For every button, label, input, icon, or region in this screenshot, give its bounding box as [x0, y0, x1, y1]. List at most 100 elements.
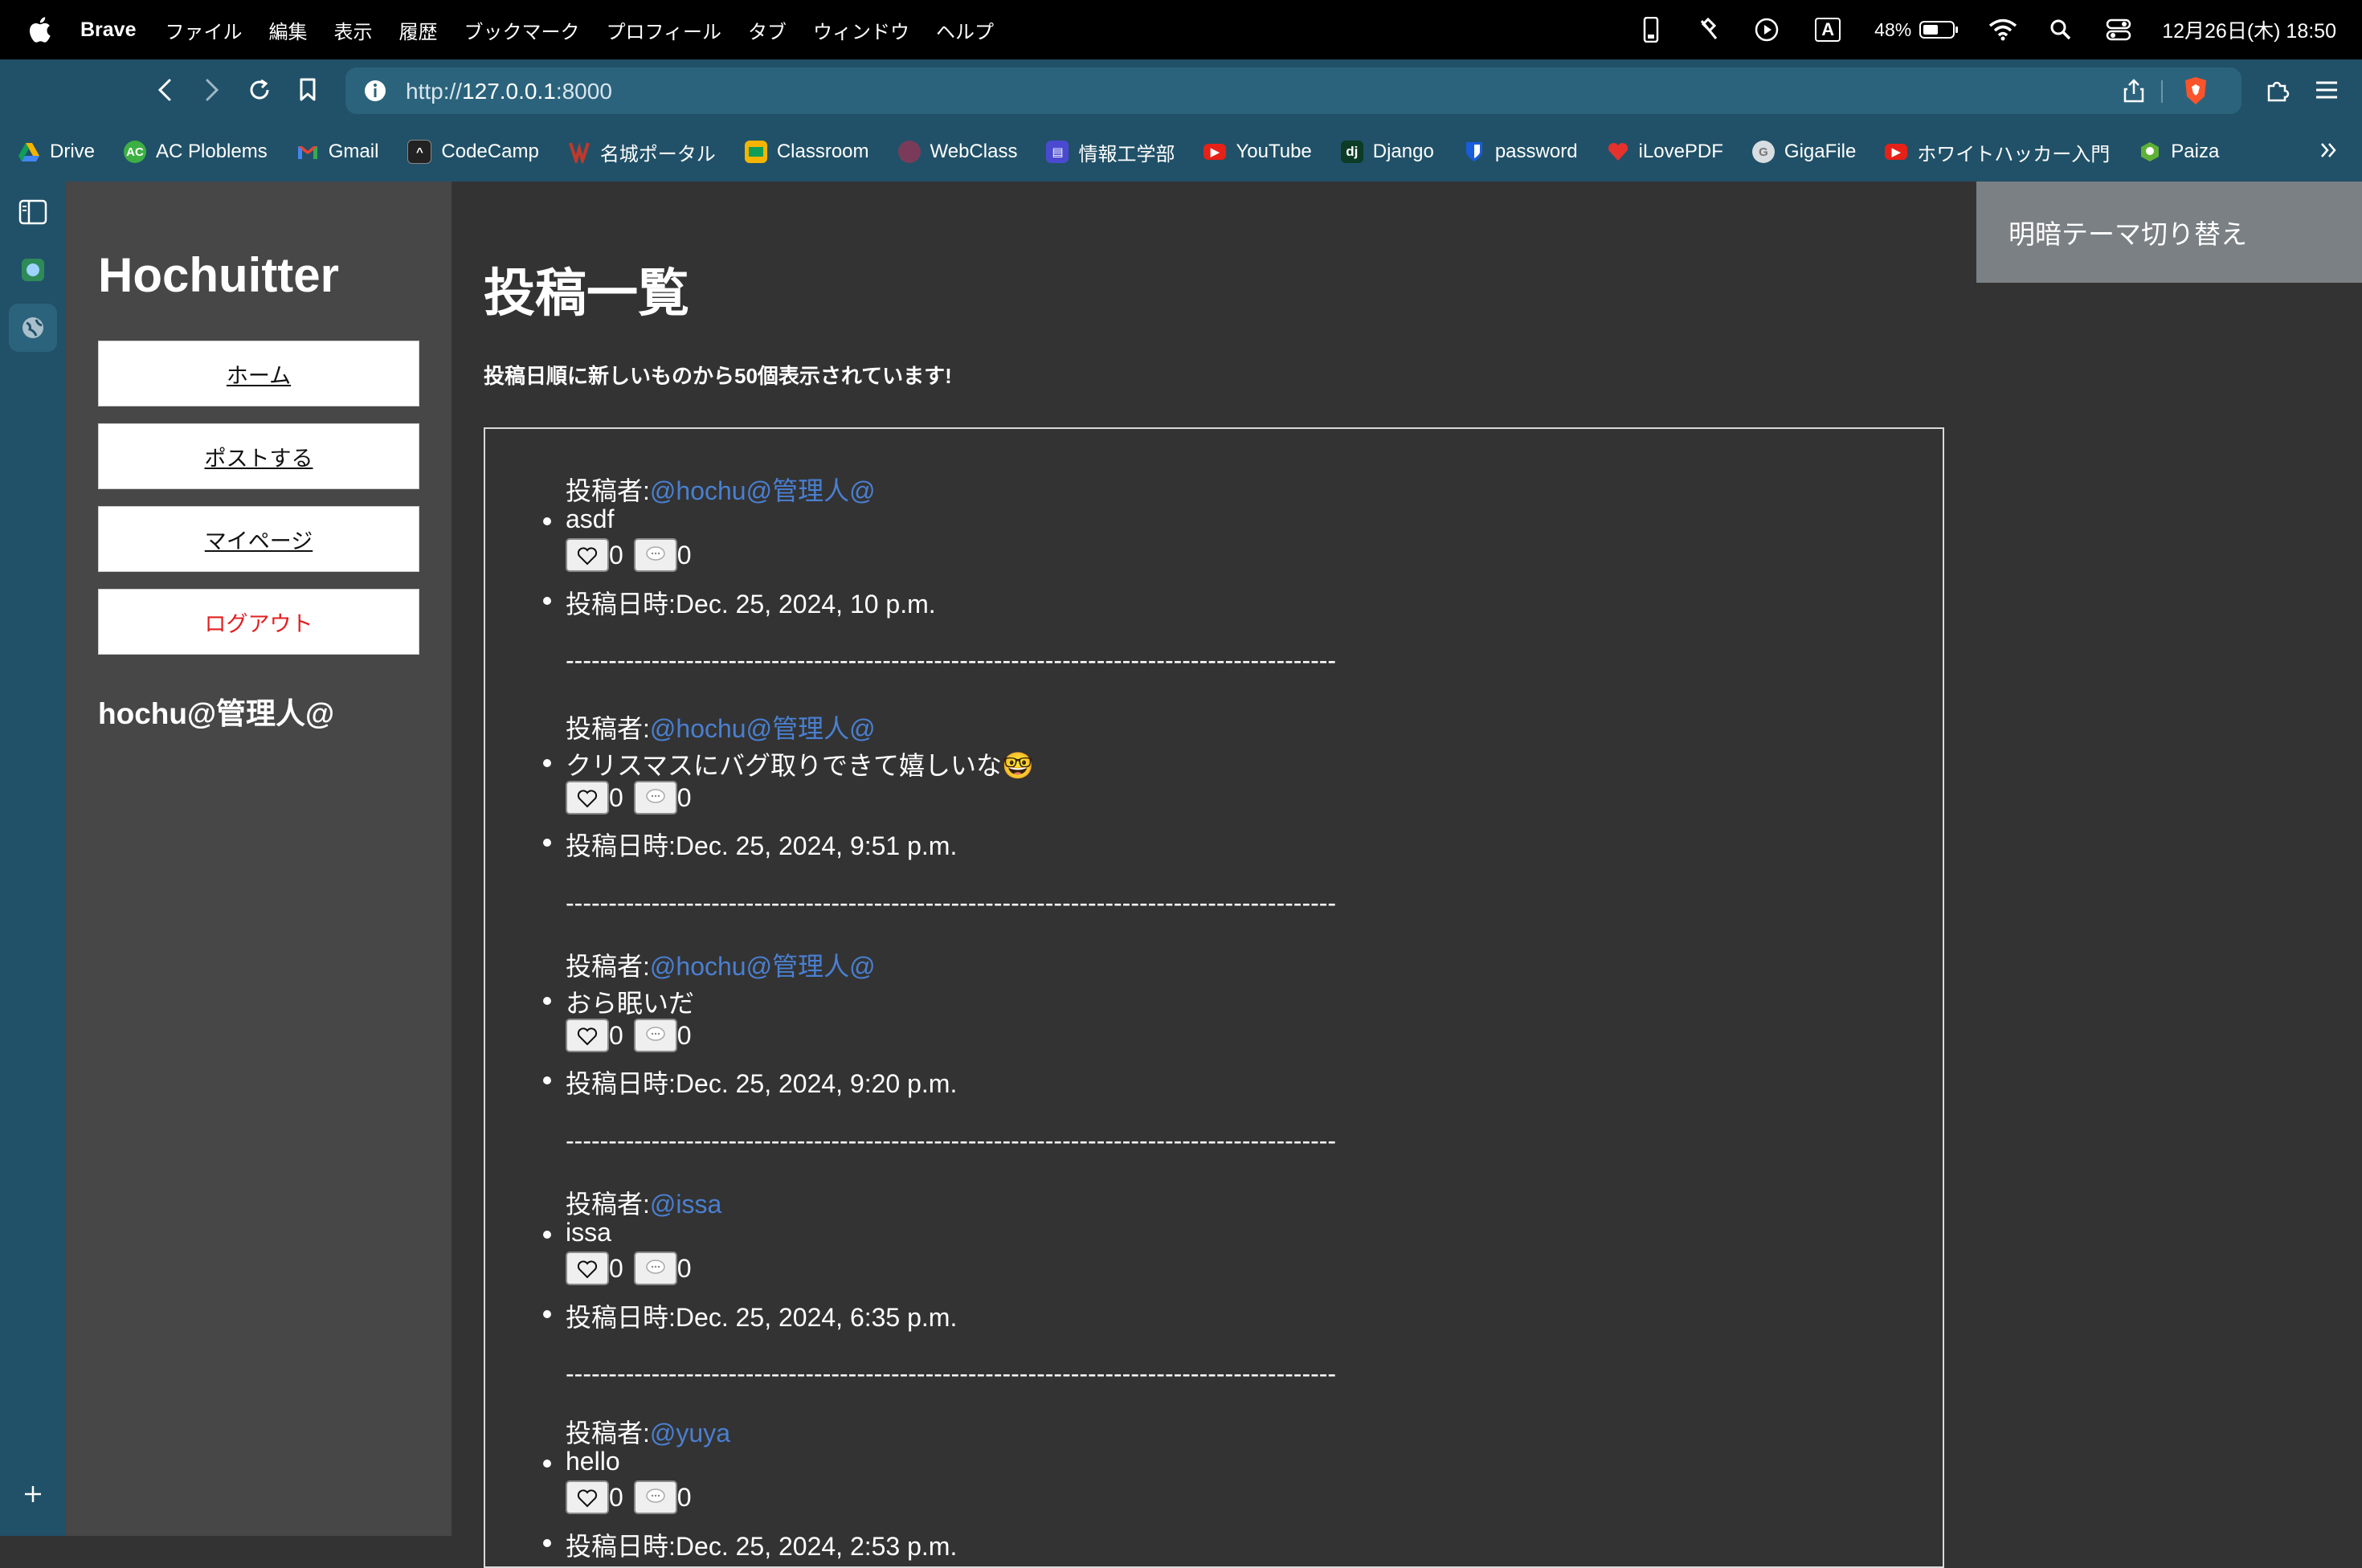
list-bullet [543, 597, 551, 605]
input-source-icon[interactable]: A [1810, 15, 1845, 44]
menu-bookmarks[interactable]: ブックマーク [464, 16, 580, 44]
tab-globe-icon[interactable] [9, 304, 57, 352]
comment-button[interactable] [633, 538, 677, 572]
comment-count: 0 [676, 540, 692, 570]
address-bar[interactable]: http://127.0.0.1:8000 [345, 67, 2241, 114]
like-count: 0 [609, 1020, 623, 1050]
comment-count: 0 [676, 782, 692, 812]
current-username: hochu@管理人@ [98, 697, 335, 730]
menu-icon[interactable] [2311, 74, 2343, 106]
author-link[interactable]: @hochu@管理人@ [650, 714, 876, 743]
speech-bubble-icon [645, 546, 665, 561]
speech-bubble-icon [645, 1027, 665, 1041]
post-content: おら眠いだ [566, 989, 695, 1018]
sidebar-toggle-icon[interactable] [9, 188, 57, 236]
site-sidebar: Hochuitter ホーム ポストする マイページ ログアウト hochu@管… [66, 182, 452, 1536]
apple-icon[interactable] [27, 16, 51, 43]
bookmark-codecamp[interactable]: ^ CodeCamp [407, 140, 539, 164]
control-center-icon[interactable] [2104, 15, 2133, 44]
like-button[interactable] [566, 538, 609, 572]
list-bullet [543, 759, 551, 767]
app-menu-brave[interactable]: Brave [80, 18, 137, 42]
like-count: 0 [609, 540, 623, 570]
like-count: 0 [609, 1253, 623, 1283]
heart-icon [577, 1027, 598, 1046]
search-icon[interactable] [2046, 15, 2075, 44]
menu-view[interactable]: 表示 [334, 16, 373, 44]
like-button[interactable] [566, 1252, 609, 1285]
bookmark-ilovepdf[interactable]: iLovePDF [1607, 141, 1723, 163]
reload-button[interactable] [243, 74, 276, 106]
post-author-line: 投稿者:@hochu@管理人@ [566, 714, 876, 743]
nav-post-link[interactable]: ポストする [98, 423, 419, 489]
like-button[interactable] [566, 1480, 609, 1514]
comment-button[interactable] [633, 1019, 677, 1052]
bookmark-paiza[interactable]: Paiza [2139, 141, 2219, 163]
menu-edit[interactable]: 編集 [269, 16, 308, 44]
clock[interactable]: 12月26日(木) 18:50 [2162, 15, 2336, 44]
bookmark-django[interactable]: dj Django [1340, 141, 1434, 163]
bookmark-webclass[interactable]: WebClass [897, 141, 1017, 163]
back-button[interactable] [149, 74, 181, 106]
post-actions: 0 0 [566, 781, 694, 815]
comment-button[interactable] [633, 781, 677, 815]
bookmark-button[interactable] [292, 74, 324, 106]
author-link[interactable]: @hochu@管理人@ [650, 476, 876, 505]
author-link[interactable]: @hochu@管理人@ [650, 952, 876, 981]
new-tab-icon[interactable] [9, 1470, 57, 1518]
bookmark-classroom[interactable]: Classroom [744, 141, 869, 163]
forward-button[interactable] [196, 74, 228, 106]
wifi-icon[interactable] [1988, 15, 2017, 44]
nav-home-link[interactable]: ホーム [98, 341, 419, 406]
list-bullet [543, 1231, 551, 1239]
heart-icon [577, 1489, 598, 1508]
tab-favicon-icon[interactable] [9, 246, 57, 294]
bookmark-white-hacker[interactable]: ▶ ホワイトハッカー入門 [1885, 138, 2110, 166]
like-button[interactable] [566, 1019, 609, 1052]
author-link[interactable]: @yuya [650, 1419, 730, 1448]
post-content: asdf [566, 504, 615, 533]
post-date: 投稿日時:Dec. 25, 2024, 10 p.m. [566, 590, 936, 619]
menu-history[interactable]: 履歴 [399, 16, 438, 44]
meijo-icon [568, 142, 590, 163]
nav-mypage-link[interactable]: マイページ [98, 506, 419, 572]
like-count: 0 [609, 782, 623, 812]
post-actions: 0 0 [566, 1019, 694, 1052]
bookmark-gigafile[interactable]: G GigaFile [1751, 141, 1856, 163]
comment-count: 0 [676, 1253, 692, 1283]
bookmark-youtube[interactable]: ▶ YouTube [1203, 141, 1312, 163]
post-date: 投稿日時:Dec. 25, 2024, 9:51 p.m. [566, 831, 958, 860]
site-info-icon[interactable] [363, 79, 387, 107]
share-icon[interactable] [2123, 78, 2145, 108]
bookmark-gmail[interactable]: Gmail [296, 141, 378, 163]
more-bookmarks-icon[interactable] [2319, 140, 2340, 166]
bookmark-meijo-portal[interactable]: 名城ポータル [568, 138, 716, 166]
battery-icon[interactable] [1919, 15, 1959, 44]
comment-button[interactable] [633, 1252, 677, 1285]
play-icon[interactable] [1752, 15, 1781, 44]
menu-profile[interactable]: プロフィール [607, 16, 722, 44]
menu-tab[interactable]: タブ [748, 16, 787, 44]
phone-icon[interactable] [1637, 15, 1665, 44]
brave-shields-icon[interactable] [2182, 76, 2209, 110]
menu-help[interactable]: ヘルプ [936, 16, 994, 44]
bookmark-password[interactable]: password [1463, 141, 1578, 163]
theme-toggle-button[interactable]: 明暗テーマ切り替え [1976, 182, 2362, 283]
bookmark-ac-problems[interactable]: AC AC Ploblems [124, 141, 268, 163]
menu-window[interactable]: ウィンドウ [813, 16, 909, 44]
like-button[interactable] [566, 781, 609, 815]
extensions-icon[interactable] [2262, 74, 2295, 106]
screen-record-icon[interactable] [1694, 15, 1723, 44]
post-author-line: 投稿者:@issa [566, 1190, 722, 1219]
comment-button[interactable] [633, 1480, 677, 1514]
bookmark-drive[interactable]: Drive [18, 141, 95, 163]
menu-file[interactable]: ファイル [166, 16, 243, 44]
list-bullet [543, 1539, 551, 1547]
list-bullet [543, 1460, 551, 1468]
bookmark-info-eng[interactable]: ▤ 情報工学部 [1046, 138, 1175, 166]
url-text[interactable]: http://127.0.0.1:8000 [406, 79, 612, 104]
list-bullet [543, 1310, 551, 1318]
heart-icon [577, 547, 598, 566]
logout-button[interactable]: ログアウト [98, 589, 419, 655]
author-link[interactable]: @issa [650, 1190, 721, 1219]
